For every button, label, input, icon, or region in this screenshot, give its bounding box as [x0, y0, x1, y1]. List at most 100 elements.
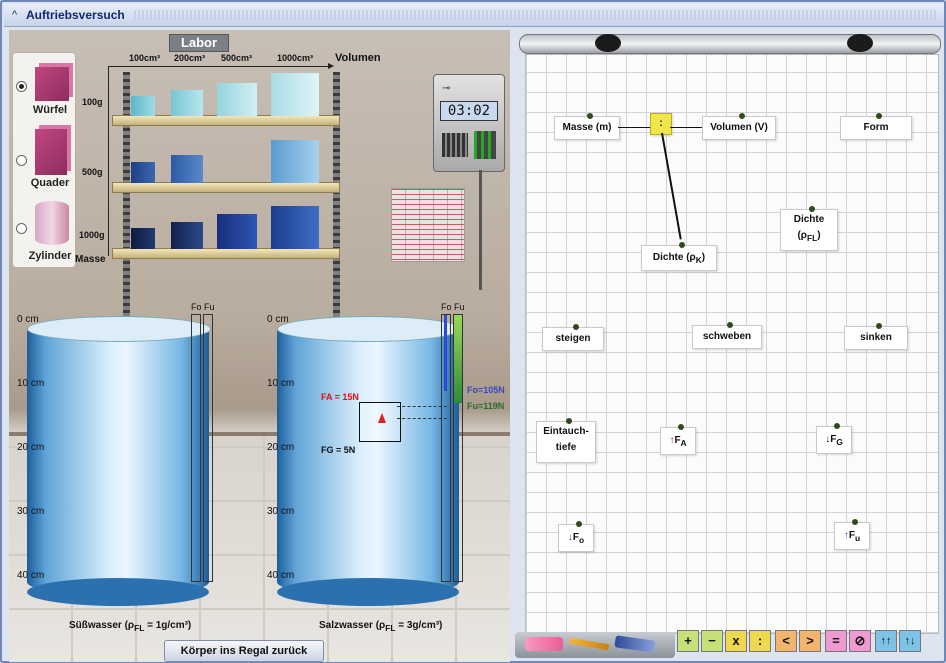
pin-icon [809, 206, 815, 212]
body-1000g-500cm3[interactable] [217, 214, 257, 249]
card-schweben-label: schweben [702, 331, 752, 342]
card-force-fu[interactable]: ↑Fu [834, 519, 870, 550]
card-form-label: Form [863, 122, 889, 133]
card-eintauch-line2: tiefe [555, 442, 577, 453]
depth-tick: 10 cm [17, 378, 45, 389]
body-500g-200cm3[interactable] [171, 155, 203, 183]
tank-label-right-text: Salzwasser (ρ [319, 620, 386, 631]
shape-option-wuerfel[interactable]: Würfel [13, 53, 75, 123]
depth-tick: 10 cm [267, 378, 295, 389]
card-force-fo[interactable]: ↓Fo [558, 521, 594, 552]
volume-label: 100cm³ [129, 53, 161, 63]
pin-icon [573, 324, 579, 330]
board-toolbar: + − x : < > = ⊘ ↑↑ ↑↓ [515, 628, 945, 662]
body-500g-1000cm3[interactable] [271, 140, 319, 183]
tank-saltwater [277, 316, 461, 608]
shelf-post [333, 72, 340, 348]
clear-button[interactable]: ⊘ [849, 630, 871, 652]
mass-label: 500g [82, 167, 103, 177]
submerged-cube[interactable] [359, 402, 401, 442]
body-100g-100cm3[interactable] [131, 96, 155, 116]
pin-icon [876, 323, 882, 329]
depth-tick: 20 cm [17, 442, 45, 453]
shape-option-quader[interactable]: Quader [13, 123, 75, 193]
timer-cable [479, 170, 482, 290]
eraser-icon[interactable] [525, 637, 563, 651]
markers-icon[interactable] [614, 635, 656, 653]
depth-tick: 20 cm [267, 442, 295, 453]
pin-icon [576, 521, 582, 527]
shape-label-quader: Quader [30, 177, 70, 189]
body-100g-500cm3[interactable] [217, 83, 257, 116]
card-dichte-koerper[interactable]: Dichte (ρK) [641, 242, 717, 271]
shelf-board [112, 182, 340, 193]
pin-icon [834, 423, 840, 429]
return-to-shelf-button[interactable]: Körper ins Regal zurück [164, 640, 324, 662]
card-steigen[interactable]: steigen [542, 324, 604, 351]
card-dichte-fl-line2: (ρFL) [781, 228, 837, 246]
body-1000g-100cm3[interactable] [131, 228, 155, 249]
mass-label: 1000g [79, 230, 105, 240]
fu-label-left: Fu [204, 302, 215, 312]
radio-wuerfel[interactable] [16, 81, 27, 92]
lab-sign: Labor [169, 34, 229, 52]
card-fg-sub: G [836, 437, 843, 447]
cylinder-icon[interactable] [35, 201, 69, 245]
shape-option-zylinder[interactable]: Zylinder [13, 193, 75, 263]
card-masse-label: Masse (m) [562, 122, 612, 133]
less-than-button[interactable]: < [775, 630, 797, 652]
greater-than-button[interactable]: > [799, 630, 821, 652]
card-schweben[interactable]: schweben [692, 322, 762, 349]
density-table-poster [391, 188, 465, 262]
pin-icon [739, 113, 745, 119]
body-1000g-200cm3[interactable] [171, 222, 203, 249]
card-division[interactable]: : [650, 113, 672, 135]
dotted-guide [397, 418, 447, 420]
body-100g-200cm3[interactable] [171, 90, 203, 116]
radio-zylinder[interactable] [16, 223, 27, 234]
body-1000g-1000cm3[interactable] [271, 206, 319, 249]
minus-button[interactable]: − [701, 630, 723, 652]
card-form[interactable]: Form [840, 113, 912, 140]
tank-label-left: Süßwasser (ρFL = 1g/cm³) [69, 620, 191, 633]
tank-top [27, 316, 211, 342]
card-masse[interactable]: Masse (m) [554, 113, 620, 140]
card-dichte-fl-text: (ρ [797, 230, 807, 241]
grid-paper: Masse (m) : Volumen (V) Form Dichte (ρK)… [525, 54, 939, 634]
equals-button[interactable]: = [825, 630, 847, 652]
depth-tick: 0 cm [17, 314, 39, 325]
card-sinken[interactable]: sinken [844, 323, 908, 350]
tank-label-right-tail: = 3g/cm³) [395, 620, 443, 631]
shelf-board [112, 115, 340, 126]
dotted-guide [397, 406, 447, 408]
fa-value: FA = 15N [321, 392, 359, 402]
depth-tick: 30 cm [17, 506, 45, 517]
card-fa-sub: A [680, 438, 687, 448]
stopwatch-device[interactable]: ⊸ 03:02 [433, 74, 505, 172]
card-volumen-label: Volumen (V) [710, 122, 768, 133]
pencil-icon[interactable] [568, 637, 610, 651]
collapse-icon[interactable]: ^ [12, 9, 17, 21]
pin-icon [679, 242, 685, 248]
card-dichte-fluid[interactable]: Dichte (ρFL) [780, 206, 838, 251]
cuboid-icon[interactable] [35, 129, 67, 175]
card-fo-sub: o [579, 535, 585, 545]
card-volumen[interactable]: Volumen (V) [702, 113, 776, 140]
body-500g-100cm3[interactable] [131, 162, 155, 183]
title-bar[interactable]: ^ Auftriebsversuch [4, 4, 944, 27]
cube-icon[interactable] [35, 67, 69, 101]
fa-arrow [378, 413, 386, 423]
card-eintauchtiefe[interactable]: Eintauch-tiefe [536, 418, 596, 463]
card-force-fg[interactable]: ↓FG [816, 423, 852, 454]
multiply-button[interactable]: x [725, 630, 747, 652]
body-100g-1000cm3[interactable] [271, 73, 319, 116]
keypad[interactable] [442, 133, 468, 157]
radio-quader[interactable] [16, 155, 27, 166]
arrow-line [661, 132, 682, 240]
card-dichte-fl-sub: FL [807, 233, 818, 243]
card-force-fa[interactable]: ↑FA [660, 424, 696, 455]
divide-button[interactable]: : [749, 630, 771, 652]
opposite-arrows-button[interactable]: ↑↓ [899, 630, 921, 652]
parallel-arrows-button[interactable]: ↑↑ [875, 630, 897, 652]
plus-button[interactable]: + [677, 630, 699, 652]
